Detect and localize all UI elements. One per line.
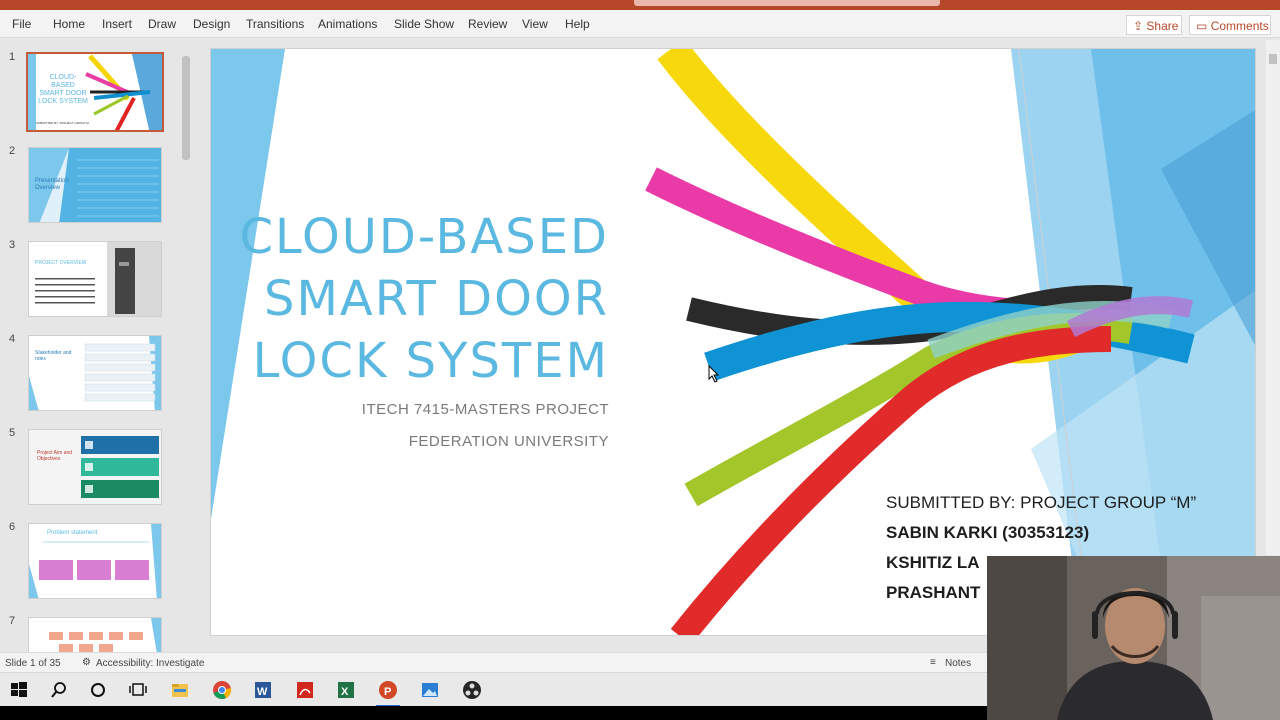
- thumb-number: 6: [9, 521, 16, 533]
- slide-scrollbar[interactable]: [1266, 40, 1280, 555]
- title-bar: [0, 0, 1280, 10]
- chrome-icon[interactable]: [212, 680, 232, 700]
- slide-5-preview: [29, 430, 161, 504]
- thumb-title: PROJECT OVERVIEW: [35, 260, 87, 266]
- thumb-number: 2: [9, 145, 16, 157]
- slide-thumbnail-1[interactable]: SUBMITTED BY: PROJECT GROUP M CLOUD-BASE…: [26, 52, 164, 132]
- credit-member-3: PRASHANT: [886, 583, 981, 602]
- slide-4-preview: [29, 336, 161, 410]
- presenter-video: [987, 556, 1280, 720]
- slide-thumbnail-3[interactable]: PROJECT OVERVIEW: [28, 241, 162, 317]
- cortana-icon[interactable]: [88, 680, 108, 700]
- slide-thumbnail-6[interactable]: Problem statement: [28, 523, 162, 599]
- credit-member-1: SABIN KARKI (30353123): [886, 523, 1090, 542]
- credit-member-2: KSHITIZ LA: [886, 553, 980, 572]
- obs-icon[interactable]: [462, 680, 482, 700]
- thumb-title: Project Aim and Objectives: [37, 450, 73, 462]
- comments-button[interactable]: ▭ Comments: [1189, 15, 1271, 35]
- photos-icon[interactable]: [420, 680, 440, 700]
- thumb-number: 4: [9, 333, 16, 345]
- tab-file[interactable]: File: [12, 17, 31, 31]
- thumbnail-scroll-thumb[interactable]: [182, 56, 190, 160]
- search-icon[interactable]: [49, 680, 69, 700]
- move-cursor-icon: [708, 365, 720, 383]
- slide-3-preview: [35, 242, 161, 316]
- slide-7-preview: [49, 618, 161, 652]
- svg-text:X: X: [341, 686, 349, 698]
- slide-title-line-2: SMART DOOR: [263, 271, 609, 327]
- word-icon[interactable]: W: [253, 680, 273, 700]
- credit-submitted-by: SUBMITTED BY: PROJECT GROUP “M”: [886, 493, 1197, 512]
- thumb-title: Problem statement: [47, 530, 98, 536]
- tab-insert[interactable]: Insert: [102, 17, 132, 31]
- slide-thumbnail-5[interactable]: Project Aim and Objectives: [28, 429, 162, 505]
- webcam-overlay: [987, 556, 1280, 720]
- tab-view[interactable]: View: [522, 17, 548, 31]
- windows-start-icon[interactable]: [9, 680, 29, 700]
- tab-home[interactable]: Home: [53, 17, 85, 31]
- share-icon: ⇪: [1133, 19, 1144, 33]
- tab-slide-show[interactable]: Slide Show: [394, 17, 454, 31]
- slide-title-line-3: LOCK SYSTEM: [252, 333, 609, 389]
- slide-thumbnail-7[interactable]: [28, 617, 162, 653]
- svg-text:W: W: [257, 686, 268, 698]
- slide-subtitle-line-1: ITECH 7415-MASTERS PROJECT: [361, 401, 609, 418]
- comments-label: Comments: [1210, 19, 1269, 33]
- share-label: Share: [1146, 19, 1179, 33]
- share-button[interactable]: ⇪ Share: [1126, 15, 1182, 35]
- accessibility-status[interactable]: Accessibility: Investigate: [96, 658, 204, 669]
- svg-text:SUBMITTED BY: PROJECT GROUP M: SUBMITTED BY: PROJECT GROUP M: [36, 121, 89, 125]
- thumb-title: Presentation Overview: [35, 178, 69, 191]
- notes-button[interactable]: Notes: [945, 658, 971, 669]
- slide-thumbnail-4[interactable]: Stakeholder and roles: [28, 335, 162, 411]
- tab-review[interactable]: Review: [468, 17, 507, 31]
- tab-transitions[interactable]: Transitions: [246, 17, 304, 31]
- thumb-number: 1: [9, 51, 16, 63]
- acrobat-icon[interactable]: [295, 680, 315, 700]
- thumb-number: 7: [9, 615, 16, 627]
- tab-animations[interactable]: Animations: [318, 17, 377, 31]
- slide-thumbnail-pane: 1 SUBMITTED BY: PROJECT GROUP M CLOUD-BA…: [0, 39, 196, 653]
- powerpoint-icon[interactable]: P: [378, 680, 398, 700]
- slide-thumbnail-2[interactable]: Presentation Overview: [28, 147, 162, 223]
- excel-icon[interactable]: X: [336, 680, 356, 700]
- slide-counter: Slide 1 of 35: [5, 658, 61, 669]
- notes-icon: ≡: [930, 657, 936, 668]
- slide-subtitle-line-2: FEDERATION UNIVERSITY: [408, 433, 609, 450]
- search-box[interactable]: [634, 0, 940, 6]
- ribbon-tabs: File Home Insert Draw Design Transitions…: [0, 10, 1280, 38]
- tab-help[interactable]: Help: [565, 17, 590, 31]
- thumb-title: CLOUD-BASED SMART DOOR LOCK SYSTEM: [38, 74, 88, 105]
- slide-canvas[interactable]: CLOUD-BASED SMART DOOR LOCK SYSTEM ITECH…: [210, 48, 1256, 636]
- thumb-title: Stakeholder and roles: [35, 350, 72, 362]
- file-explorer-icon[interactable]: [170, 680, 190, 700]
- comment-icon: ▭: [1196, 19, 1208, 33]
- svg-text:P: P: [384, 686, 391, 698]
- tab-draw[interactable]: Draw: [148, 17, 176, 31]
- slide-title-line-1: CLOUD-BASED: [239, 209, 609, 265]
- slide-scroll-thumb[interactable]: [1269, 54, 1277, 64]
- task-view-icon[interactable]: [128, 680, 148, 700]
- accessibility-icon: ⚙: [82, 657, 91, 668]
- thumb-number: 3: [9, 239, 16, 251]
- tab-design[interactable]: Design: [193, 17, 230, 31]
- thumb-number: 5: [9, 427, 16, 439]
